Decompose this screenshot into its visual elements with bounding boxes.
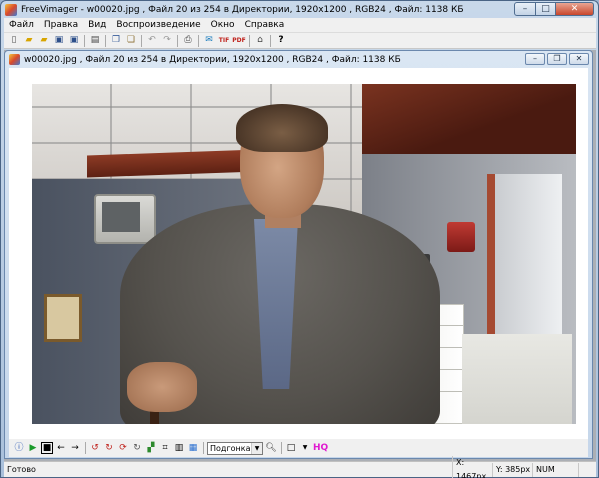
window-title: FreeVimager - w00020.jpg , Файл 20 из 25…	[21, 4, 464, 15]
new-icon[interactable]: ▯	[7, 34, 21, 48]
close-button[interactable]: ✕	[556, 2, 594, 16]
child-title-bar[interactable]: w00020.jpg , Файл 20 из 254 в Директории…	[5, 51, 592, 68]
resize-icon[interactable]: ▞	[145, 442, 157, 454]
status-size-grip[interactable]	[578, 462, 596, 477]
open-folder-icon[interactable]: ▰	[37, 34, 51, 48]
save-icon[interactable]: ▣	[52, 34, 66, 48]
zoom-fit-select[interactable]: Подгонка ▼	[207, 441, 263, 455]
menu-help[interactable]: Справка	[240, 18, 290, 32]
app-icon[interactable]	[5, 3, 17, 16]
status-bar: Готово X: 1467px Y: 385px NUM	[4, 455, 596, 478]
lossless-rotate-icon[interactable]: ↻	[131, 442, 143, 454]
menu-edit[interactable]: Правка	[39, 18, 83, 32]
print-icon[interactable]: ⎙	[181, 34, 195, 48]
title-bar[interactable]: FreeVimager - w00020.jpg , Файл 20 из 25…	[1, 1, 598, 18]
minimize-button[interactable]: –	[514, 2, 536, 16]
crop-icon[interactable]: ⌗	[159, 442, 171, 454]
next-icon[interactable]: →	[69, 442, 81, 454]
child-close-button[interactable]: ✕	[569, 53, 589, 65]
redo-icon[interactable]: ↷	[160, 34, 174, 48]
status-x-coordinate: X: 1467px	[452, 455, 492, 478]
menu-bar: Файл Правка Вид Воспроизведение Окно Спр…	[4, 18, 596, 32]
info-icon[interactable]: ⓘ	[13, 442, 25, 454]
toolbar-separator	[247, 34, 252, 48]
displayed-photo[interactable]	[32, 84, 576, 424]
child-app-icon[interactable]	[9, 54, 20, 65]
toolbar-separator	[82, 34, 87, 48]
background-dropdown-icon[interactable]: ▼	[299, 442, 311, 454]
chevron-down-icon[interactable]: ▼	[251, 442, 262, 454]
prev-icon[interactable]: ←	[55, 442, 67, 454]
toolbar-separator	[196, 34, 201, 48]
help-icon[interactable]: ?	[274, 34, 288, 48]
zoom-icon[interactable]: 🔍︎	[265, 442, 277, 454]
toolbar-separator	[268, 34, 273, 48]
colors-icon[interactable]: ▦	[187, 442, 199, 454]
toolbar-separator	[139, 34, 144, 48]
hq-toggle[interactable]: HQ	[313, 443, 328, 453]
image-child-window: w00020.jpg , Файл 20 из 254 в Директории…	[4, 50, 593, 459]
child-window-controls: – ❐ ✕	[525, 53, 589, 65]
save-as-icon[interactable]: ▣	[67, 34, 81, 48]
photo-picture-frame	[44, 294, 82, 342]
open-icon[interactable]: ▰	[22, 34, 36, 48]
photo-person-hand	[127, 362, 197, 412]
scan-icon[interactable]: ⌂	[253, 34, 267, 48]
rotate-ccw-icon[interactable]: ↺	[89, 442, 101, 454]
window-controls: – □ ✕	[514, 2, 594, 16]
photo-person-hair	[236, 104, 328, 152]
play-icon[interactable]: ▶	[27, 442, 39, 454]
toolbar-separator	[175, 34, 180, 48]
child-restore-button[interactable]: ❐	[547, 53, 567, 65]
email-icon[interactable]: ✉	[202, 34, 216, 48]
background-color-icon[interactable]: □	[285, 442, 297, 454]
zoom-fit-value: Подгонка	[210, 443, 251, 453]
copy-icon[interactable]: ❐	[109, 34, 123, 48]
image-toolbar: ⓘ ▶ ■ ← → ↺ ↻ ⟳ ↻ ▞ ⌗ ▥ ▦ Подгонка ▼ 🔍︎	[9, 439, 588, 457]
photo-beam-right	[362, 84, 576, 154]
rotate-cw-icon[interactable]: ↻	[103, 442, 115, 454]
photo-monitor	[94, 194, 156, 244]
print-preview-icon[interactable]: ▤	[88, 34, 102, 48]
toolbar-separator	[279, 442, 283, 454]
toolbar-separator	[201, 442, 205, 454]
image-canvas[interactable]	[9, 68, 588, 439]
pdf-icon[interactable]: PDF	[232, 34, 246, 48]
histogram-icon[interactable]: ▥	[173, 442, 185, 454]
status-y-coordinate: Y: 385px	[492, 462, 532, 477]
child-window-title: w00020.jpg , Файл 20 из 254 в Директории…	[24, 54, 401, 65]
paste-icon[interactable]: ❏	[124, 34, 138, 48]
menu-window[interactable]: Окно	[206, 18, 240, 32]
menu-view[interactable]: Вид	[83, 18, 111, 32]
status-num-lock: NUM	[532, 462, 578, 477]
toolbar-separator	[103, 34, 108, 48]
main-toolbar: ▯ ▰ ▰ ▣ ▣ ▤ ❐ ❏ ↶ ↷ ⎙ ✉ TIF PDF ⌂ ?	[4, 32, 596, 49]
photo-red-box	[447, 222, 475, 252]
menu-file[interactable]: Файл	[4, 18, 39, 32]
app-window: FreeVimager - w00020.jpg , Файл 20 из 25…	[0, 0, 599, 478]
photo-shelf	[462, 334, 572, 424]
stop-icon[interactable]: ■	[41, 442, 53, 454]
rotate-180-icon[interactable]: ⟳	[117, 442, 129, 454]
menu-play[interactable]: Воспроизведение	[111, 18, 205, 32]
mdi-client-area: w00020.jpg , Файл 20 из 254 в Директории…	[4, 50, 596, 461]
status-ready: Готово	[7, 464, 36, 474]
undo-icon[interactable]: ↶	[145, 34, 159, 48]
maximize-button[interactable]: □	[536, 2, 556, 16]
tiff-icon[interactable]: TIF	[217, 34, 231, 48]
toolbar-separator	[83, 442, 87, 454]
child-minimize-button[interactable]: –	[525, 53, 545, 65]
